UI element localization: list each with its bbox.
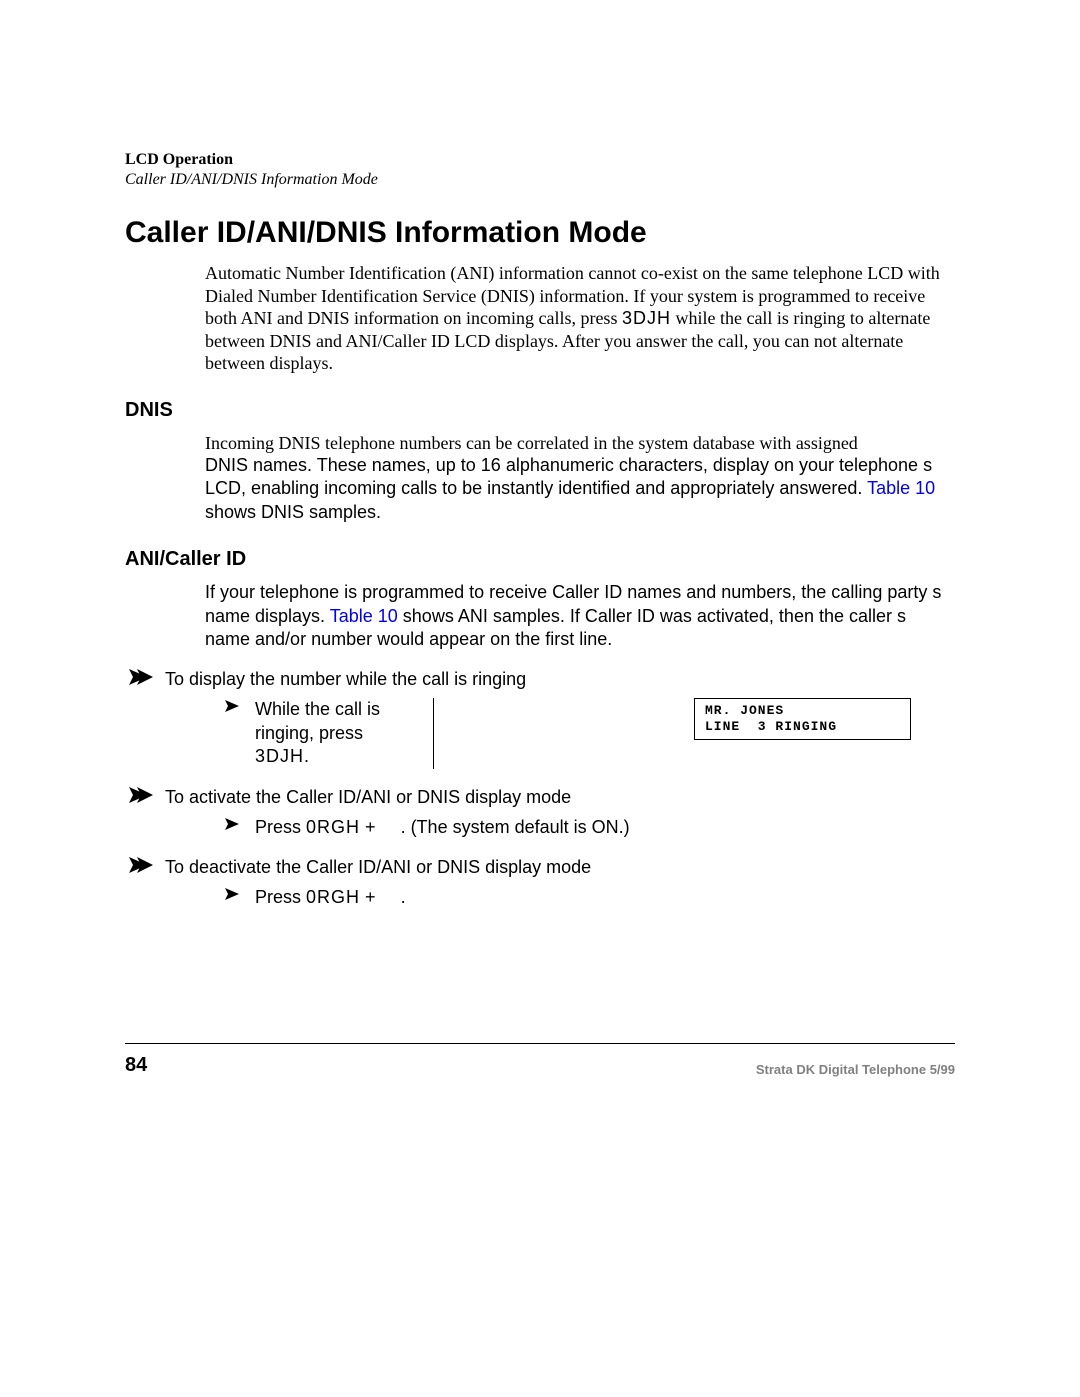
dnis-heading: DNIS [125, 399, 955, 422]
header-section: LCD Operation [125, 150, 955, 170]
lcd-line-2: LINE 3 RINGING [705, 719, 837, 734]
key-label: 3DJH [622, 308, 671, 328]
arrow-icon [129, 669, 153, 685]
document-page: LCD Operation Caller ID/ANI/DNIS Informa… [0, 0, 1080, 1397]
procedure-text: To display the number while the call is … [165, 669, 526, 689]
running-header: LCD Operation Caller ID/ANI/DNIS Informa… [125, 150, 955, 190]
document-title-footer: Strata DK Digital Telephone 5/99 [756, 1062, 955, 1077]
key-label: 0RGH [306, 887, 360, 907]
arrow-icon [225, 700, 243, 712]
substep-text: Press 0RGH + . (The system default is ON… [255, 816, 630, 839]
dnis-text-b: shows DNIS samples. [205, 502, 381, 522]
table-link[interactable]: Table 10 [867, 478, 935, 498]
ani-paragraph: If your telephone is programmed to recei… [205, 581, 955, 651]
lcd-line-1: MR. JONES [705, 703, 784, 718]
procedure-heading-3: To deactivate the Caller ID/ANI or DNIS … [125, 857, 955, 878]
substep-text: Press 0RGH + . [255, 886, 406, 909]
dnis-paragraph-sans: DNIS names. These names, up to 16 alphan… [205, 454, 955, 524]
key-label: 3DJH [255, 746, 304, 766]
table-link[interactable]: Table 10 [330, 606, 398, 626]
procedure-heading-1: To display the number while the call is … [125, 669, 955, 690]
step-text: While the call is ringing, press 3DJH. [255, 698, 415, 768]
dnis-text-a: DNIS names. These names, up to 16 alphan… [205, 455, 932, 498]
dnis-paragraph-serif: Incoming DNIS telephone numbers can be c… [205, 432, 955, 455]
procedure-step-row: While the call is ringing, press 3DJH. M… [225, 698, 955, 768]
arrow-icon [225, 888, 243, 900]
page-footer: 84 Strata DK Digital Telephone 5/99 [125, 1043, 955, 1077]
header-subsection: Caller ID/ANI/DNIS Information Mode [125, 170, 955, 190]
page-title: Caller ID/ANI/DNIS Information Mode [125, 216, 955, 250]
arrow-icon [129, 787, 153, 803]
procedure-substep: Press 0RGH + . [225, 886, 955, 909]
arrow-icon [225, 818, 243, 830]
procedure-text: To activate the Caller ID/ANI or DNIS di… [165, 787, 571, 807]
lcd-display: MR. JONES LINE 3 RINGING [694, 698, 911, 739]
procedure-heading-2: To activate the Caller ID/ANI or DNIS di… [125, 787, 955, 808]
procedure-text: To deactivate the Caller ID/ANI or DNIS … [165, 857, 591, 877]
arrow-icon [129, 857, 153, 873]
step-instruction: While the call is ringing, press 3DJH. [225, 698, 434, 768]
intro-paragraph: Automatic Number Identification (ANI) in… [205, 262, 955, 375]
ani-heading: ANI/Caller ID [125, 548, 955, 571]
page-number: 84 [125, 1054, 147, 1077]
procedure-substep: Press 0RGH + . (The system default is ON… [225, 816, 955, 839]
key-label: 0RGH [306, 817, 360, 837]
